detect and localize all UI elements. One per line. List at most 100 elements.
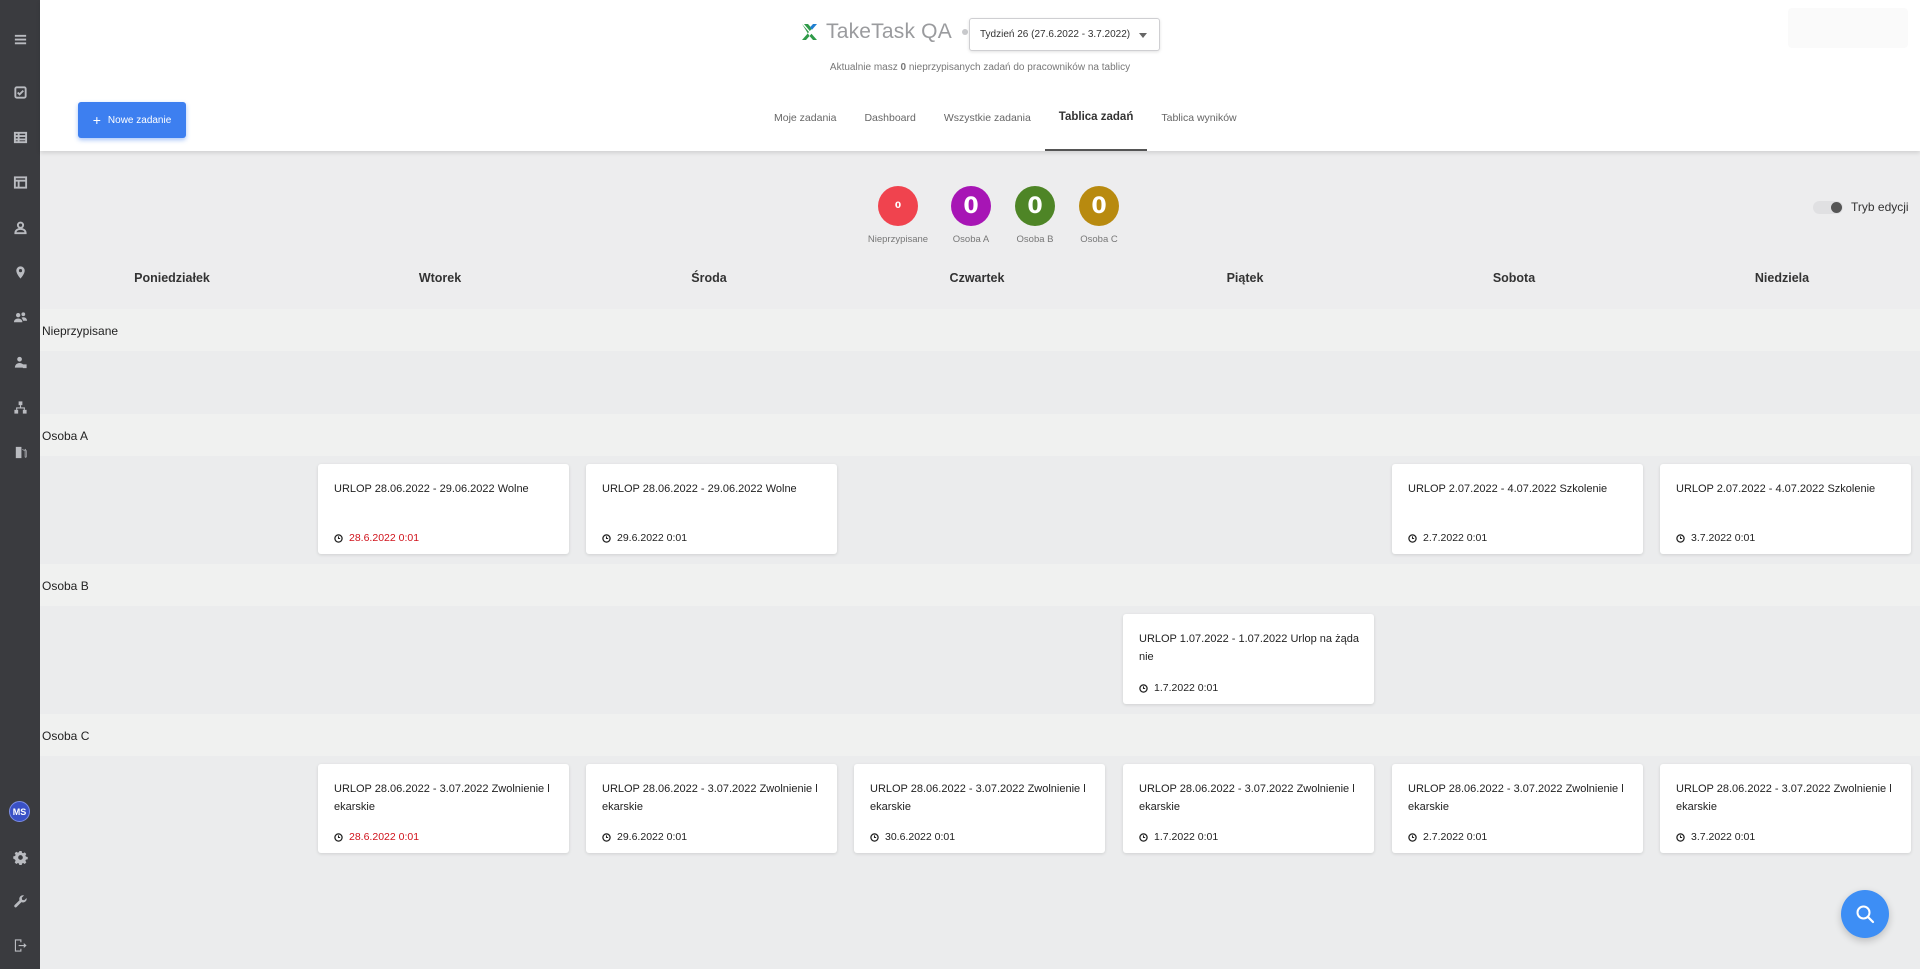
day-monday: Poniedziałek <box>134 271 210 285</box>
task-date-text: 2.7.2022 0:01 <box>1423 532 1488 544</box>
new-task-label: Nowe zadanie <box>107 114 172 126</box>
edit-mode-toggle[interactable]: Tryb edycji <box>1813 200 1909 214</box>
gear-icon[interactable] <box>0 843 40 871</box>
week-select[interactable]: Tydzień 26 (27.6.2022 - 3.7.2022) <box>969 18 1160 51</box>
day-sunday: Niedziela <box>1754 271 1810 285</box>
clock-icon <box>334 533 343 543</box>
task-date-text: 29.6.2022 0:01 <box>617 532 688 544</box>
task-title: URLOP 28.06.2022 - 3.07.2022 Zwolnienie … <box>1408 783 1624 813</box>
task-card[interactable]: URLOP 28.06.2022 - 3.07.2022 Zwolnienie … <box>1392 764 1643 853</box>
layout-icon[interactable] <box>0 168 40 196</box>
clock-icon <box>602 533 611 543</box>
task-card[interactable]: URLOP 28.06.2022 - 29.06.2022 Wolne 28.6… <box>318 464 569 554</box>
people-filter: 0 Nieprzypisane 0 Osoba A 0 Osoba B 0 Os… <box>40 186 1920 246</box>
task-date: 28.6.2022 0:01 <box>334 831 419 843</box>
app-logo[interactable]: TakeTask QA <box>801 20 968 44</box>
task-date: 29.6.2022 0:01 <box>602 831 687 843</box>
tab-all-tasks[interactable]: Wszystkie zadania <box>930 100 1045 151</box>
task-date-text: 28.6.2022 0:01 <box>349 532 420 544</box>
person-name: Nieprzypisane <box>867 234 929 245</box>
tab-dashboard[interactable]: Dashboard <box>850 100 929 151</box>
task-title: URLOP 28.06.2022 - 3.07.2022 Zwolnienie … <box>334 783 550 813</box>
sidebar: MS <box>0 0 40 969</box>
task-date-text: 3.7.2022 0:01 <box>1691 831 1756 843</box>
user-icon[interactable] <box>0 213 40 241</box>
task-date-text: 2.7.2022 0:01 <box>1423 831 1488 843</box>
logout-icon[interactable] <box>0 931 40 959</box>
task-date-text: 1.7.2022 0:01 <box>1154 682 1219 694</box>
tab-my-tasks[interactable]: Moje zadania <box>760 100 850 151</box>
task-date-text: 30.6.2022 0:01 <box>885 831 956 843</box>
switch-knob <box>1831 201 1842 213</box>
app-title: TakeTask QA <box>826 20 952 43</box>
info-count: 0 <box>900 62 907 73</box>
task-date: 2.7.2022 0:01 <box>1408 532 1487 544</box>
search-button[interactable] <box>1841 890 1889 938</box>
task-card[interactable]: URLOP 1.07.2022 - 1.07.2022 Urlop na żąd… <box>1123 614 1374 704</box>
header-placeholder <box>1788 8 1908 48</box>
person-badge: 0 <box>878 186 918 226</box>
tab-task-board[interactable]: Tablica zadań <box>1044 100 1148 151</box>
person-badge: 0 <box>951 186 991 226</box>
task-date: 29.6.2022 0:01 <box>602 532 687 544</box>
row-header-unassigned: Nieprzypisane <box>40 309 1920 351</box>
day-wednesday: Środa <box>691 271 727 285</box>
checklist-icon[interactable] <box>0 78 40 106</box>
row-title: Osoba C <box>42 729 90 743</box>
task-card[interactable]: URLOP 28.06.2022 - 3.07.2022 Zwolnienie … <box>586 764 837 853</box>
task-title: URLOP 28.06.2022 - 3.07.2022 Zwolnienie … <box>870 783 1086 813</box>
avatar[interactable]: MS <box>9 801 30 822</box>
clock-icon <box>1408 832 1417 842</box>
row-title: Osoba B <box>42 579 89 593</box>
person-name: Osoba C <box>1080 234 1118 245</box>
fuel-icon[interactable] <box>0 438 40 466</box>
table-icon[interactable] <box>0 123 40 151</box>
clock-icon <box>602 832 611 842</box>
task-title: URLOP 1.07.2022 - 1.07.2022 Urlop na żąd… <box>1139 633 1359 663</box>
wrench-icon[interactable] <box>0 887 40 915</box>
tab-scoreboard[interactable]: Tablica wyników <box>1147 100 1250 151</box>
day-saturday: Sobota <box>1492 271 1536 285</box>
task-date: 1.7.2022 0:01 <box>1139 682 1218 694</box>
search-icon <box>1856 905 1875 924</box>
menu-icon[interactable] <box>0 25 40 53</box>
task-card[interactable]: URLOP 28.06.2022 - 3.07.2022 Zwolnienie … <box>854 764 1105 853</box>
task-card[interactable]: URLOP 2.07.2022 - 4.07.2022 Szkolenie 2.… <box>1392 464 1643 554</box>
task-title: URLOP 28.06.2022 - 3.07.2022 Zwolnienie … <box>602 783 818 813</box>
main-tabs: Moje zadania Dashboard Wszystkie zadania… <box>760 100 1251 151</box>
task-title: URLOP 28.06.2022 - 3.07.2022 Zwolnienie … <box>1139 783 1355 813</box>
new-task-button[interactable]: + Nowe zadanie <box>78 102 186 138</box>
person-badge: 0 <box>1079 186 1119 226</box>
task-card[interactable]: URLOP 28.06.2022 - 29.06.2022 Wolne 29.6… <box>586 464 837 554</box>
task-card[interactable]: URLOP 28.06.2022 - 3.07.2022 Zwolnienie … <box>1123 764 1374 853</box>
task-card[interactable]: URLOP 28.06.2022 - 3.07.2022 Zwolnienie … <box>318 764 569 853</box>
clock-icon <box>1676 533 1685 543</box>
week-select-value: Tydzień 26 (27.6.2022 - 3.7.2022) <box>980 29 1131 40</box>
user-group-icon[interactable] <box>0 348 40 376</box>
clock-icon <box>1408 533 1417 543</box>
users-icon[interactable] <box>0 303 40 331</box>
task-date-text: 28.6.2022 0:01 <box>349 831 420 843</box>
taketask-logo-icon <box>802 24 817 40</box>
task-date: 3.7.2022 0:01 <box>1676 532 1755 544</box>
info-prefix: Aktualnie masz <box>829 62 898 73</box>
clock-icon <box>1139 832 1148 842</box>
task-board: 0 Nieprzypisane 0 Osoba A 0 Osoba B 0 Os… <box>40 151 1920 969</box>
task-card[interactable]: URLOP 2.07.2022 - 4.07.2022 Szkolenie 3.… <box>1660 464 1911 554</box>
task-date: 30.6.2022 0:01 <box>870 831 955 843</box>
clock-icon <box>870 832 879 842</box>
task-date: 28.6.2022 0:01 <box>334 532 419 544</box>
task-title: URLOP 28.06.2022 - 29.06.2022 Wolne <box>602 483 797 495</box>
top-header: TakeTask QA Tydzień 26 (27.6.2022 - 3.7.… <box>40 0 1920 151</box>
person-unassigned[interactable]: 0 Nieprzypisane <box>858 186 938 245</box>
edit-mode-switch[interactable] <box>1813 200 1843 214</box>
row-header-osoba-a: Osoba A <box>40 414 1920 456</box>
location-pin-icon[interactable] <box>0 258 40 286</box>
weekday-header: Poniedziałek Wtorek Środa Czwartek Piąte… <box>40 271 1920 301</box>
clock-icon <box>1676 832 1685 842</box>
hierarchy-icon[interactable] <box>0 393 40 421</box>
task-card[interactable]: URLOP 28.06.2022 - 3.07.2022 Zwolnienie … <box>1660 764 1911 853</box>
task-date: 2.7.2022 0:01 <box>1408 831 1487 843</box>
chevron-down-icon <box>1139 33 1147 38</box>
person-osoba-c[interactable]: 0 Osoba C <box>1059 186 1139 245</box>
